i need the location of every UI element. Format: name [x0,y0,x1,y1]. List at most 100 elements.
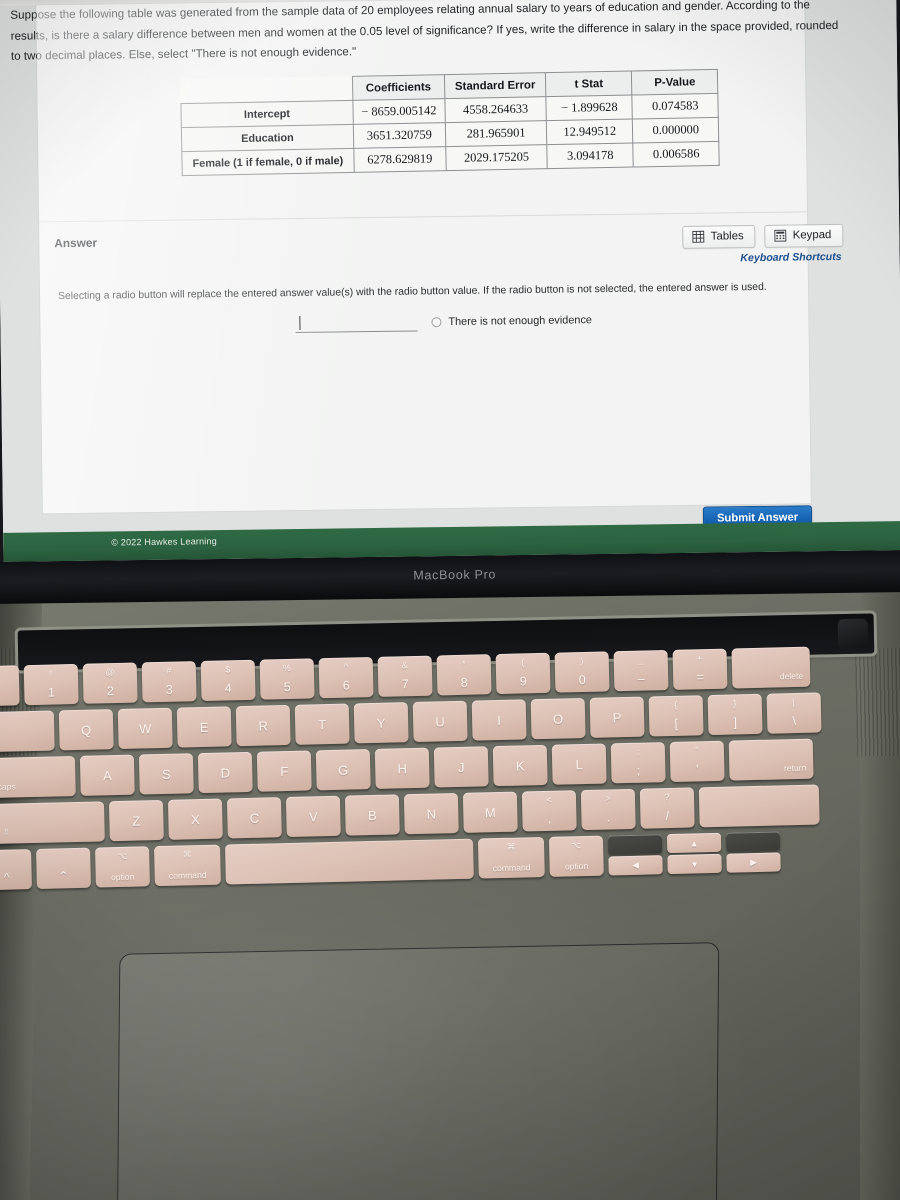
intercept-p-value: 0.074583 [632,93,719,119]
key-f[interactable]: F [256,750,312,792]
key-u[interactable]: U [412,700,468,743]
radio-button-icon[interactable] [431,316,442,327]
key-y[interactable]: Y [353,702,409,744]
row-label-education: Education [181,124,354,152]
key-bracket-right[interactable]: }] [707,693,763,736]
female-coefficient: 6278.629819 [353,146,447,173]
key-semicolon[interactable]: :; [610,742,666,784]
key-o[interactable]: O [530,697,586,740]
key-equals[interactable]: + = [672,648,728,690]
key-arrow-right[interactable]: ▶ [726,852,781,873]
key-e[interactable]: E [176,706,232,748]
key-arrow-up-placeholder[interactable] [607,834,663,855]
keyboard: ` !1 @2 #3 $4 %5 ^6 &7 *8 (9 )0 _– += de… [0,643,900,956]
key-2[interactable]: @2 [82,662,138,704]
key-w[interactable]: W [117,707,173,749]
key-0[interactable]: ) 0 [554,651,610,693]
key-k[interactable]: K [492,744,548,787]
key-5[interactable]: % 5 [259,658,315,700]
intercept-standard-error: 4558.264633 [444,96,547,123]
key-p[interactable]: P [589,696,645,738]
answer-heading: Answer [54,235,98,251]
key-backslash[interactable]: | \ [766,692,822,734]
key-d[interactable]: D [197,751,253,794]
education-coefficient: 3651.320759 [353,122,446,149]
key-1[interactable]: ! 1 [23,663,79,706]
key-i[interactable]: I [471,699,527,741]
tables-button[interactable]: Tables [682,225,756,249]
key-caps-lock[interactable]: caps [0,756,76,799]
arrow-key-cluster-right: ▶ [725,831,781,873]
female-standard-error: 2029.175205 [445,144,548,171]
key-v[interactable]: V [285,795,341,838]
key-comma[interactable]: <, [521,790,577,832]
column-header-coefficients: Coefficients [352,74,445,101]
keypad-button[interactable]: Keypad [764,223,844,248]
key-slash[interactable]: ? / [639,787,695,829]
trackpad[interactable] [116,942,720,1200]
column-header-standard-error: Standard Error [444,72,547,99]
key-3[interactable]: #3 [141,661,197,703]
not-enough-evidence-option[interactable]: There is not enough evidence [431,314,592,328]
answer-input[interactable] [295,312,418,334]
key-delete[interactable]: delete [731,646,811,689]
key-8[interactable]: * 8 [436,654,492,696]
key-z[interactable]: Z [108,799,164,842]
table-grid-icon [692,230,705,243]
key-m[interactable]: M [462,791,518,833]
key-4[interactable]: $4 [200,659,256,702]
education-standard-error: 281.965901 [445,120,548,147]
key-command-right[interactable]: ⌘ command [477,836,545,879]
key-shift-right[interactable] [698,784,820,828]
key-j[interactable]: J [433,746,489,788]
key-9[interactable]: (9 [495,652,551,695]
key-c[interactable]: C [226,797,282,839]
regression-output-table-wrapper: Coefficients Standard Error t Stat P-Val… [179,68,720,177]
keypad-button-label: Keypad [792,229,832,242]
key-x[interactable]: X [167,798,223,840]
education-p-value: 0.000000 [632,117,719,143]
key-h[interactable]: H [374,747,430,789]
key-bracket-left[interactable]: {[ [648,695,704,737]
key-period[interactable]: >. [580,788,636,831]
key-arrow-right-placeholder[interactable] [725,831,781,852]
key-q[interactable]: Q [58,709,114,751]
arrow-key-cluster: ◀ [607,834,663,876]
key-control[interactable]: ⌃ [36,847,91,889]
key-option-right[interactable]: ⌥ option [548,835,604,877]
key-arrow-left[interactable]: ◀ [608,855,663,876]
key-option-left[interactable]: ⌥ option [95,846,150,888]
key-6[interactable]: ^ 6 [318,656,374,699]
row-label-intercept: Intercept [180,100,354,128]
key-space[interactable] [224,838,474,885]
female-t-stat: 3.094178 [547,142,634,169]
key-return[interactable]: return [728,738,814,781]
not-enough-evidence-label: There is not enough evidence [448,313,592,328]
key-t[interactable]: T [294,703,350,745]
key-g[interactable]: G [315,749,371,791]
key-tab[interactable]: tab [0,710,55,753]
keyboard-shortcuts-link[interactable]: Keyboard Shortcuts [740,251,841,264]
screen-content: Suppose the following table was generate… [0,0,900,562]
intercept-coefficient: − 8659.005142 [352,98,446,125]
key-shift-left[interactable]: ⇧ [0,801,105,844]
arrow-key-cluster-vertical: ▲ ▼ [666,832,722,875]
key-7[interactable]: & 7 [377,655,433,697]
key-l[interactable]: L [551,743,607,785]
key-n[interactable]: N [403,793,459,835]
key-s[interactable]: S [138,753,194,795]
key-minus[interactable]: _ – [613,650,669,692]
key-arrow-down[interactable]: ▼ [667,853,722,875]
key-esc[interactable]: ` [0,665,20,707]
key-a[interactable]: A [79,754,135,796]
key-command-left[interactable]: ⌘ command [154,844,221,887]
answer-entry-row: There is not enough evidence [295,310,592,334]
key-b[interactable]: B [344,794,400,836]
key-fn[interactable]: ^ [0,849,32,891]
regression-output-table: Coefficients Standard Error t Stat P-Val… [179,68,720,177]
intercept-t-stat: − 1.899628 [546,94,633,121]
key-r[interactable]: R [235,704,291,747]
key-arrow-up[interactable]: ▲ [666,832,722,854]
column-header-t-stat: t Stat [545,71,633,97]
key-quote[interactable]: " ' [669,740,725,782]
